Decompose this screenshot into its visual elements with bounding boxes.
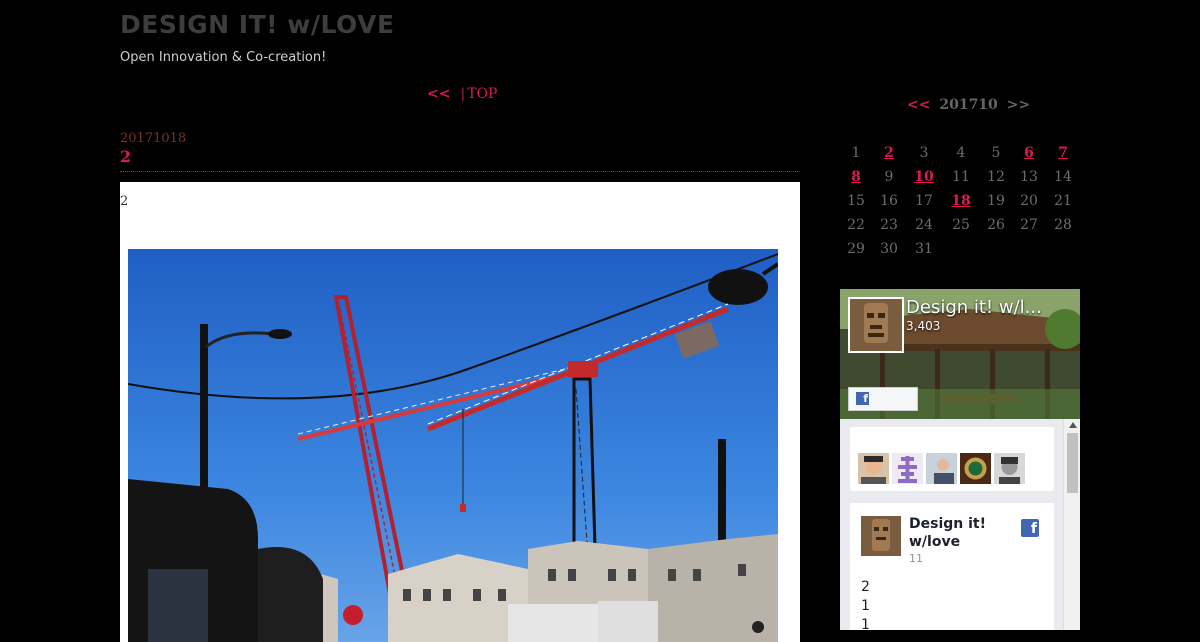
calendar-day: 13 bbox=[1020, 169, 1038, 185]
calendar-day: 23 bbox=[880, 217, 898, 233]
calendar-day: 15 bbox=[847, 193, 865, 209]
calendar-day-link[interactable]: 8 bbox=[839, 166, 873, 188]
title-divider bbox=[120, 171, 800, 172]
facebook-icon: f bbox=[856, 392, 869, 405]
facebook-icon: f bbox=[1021, 519, 1039, 537]
calendar-day: 21 bbox=[1054, 193, 1072, 209]
site-description: Open Innovation & Co-creation! bbox=[120, 50, 327, 65]
calendar-day: 16 bbox=[880, 193, 898, 209]
facebook-post-card: Design it! w/love 11 f 2 1 1 bbox=[850, 503, 1054, 630]
calendar-day: 5 bbox=[991, 145, 1001, 161]
calendar-week-row: 15 16 17 18 19 20 21 bbox=[840, 190, 1080, 214]
facebook-like-button[interactable]: f bbox=[848, 387, 918, 411]
calendar-header: << 201710 >> bbox=[907, 97, 1030, 113]
calendar-day: 24 bbox=[915, 217, 933, 233]
calendar-day: 1 bbox=[851, 145, 861, 161]
facebook-page-name[interactable]: Design it! w/l... bbox=[906, 297, 1076, 318]
calendar-day: 14 bbox=[1054, 169, 1072, 185]
calendar-day: 22 bbox=[847, 217, 865, 233]
calendar-next-month[interactable]: >> bbox=[1007, 97, 1030, 113]
site-title[interactable]: DESIGN IT! w/LOVE bbox=[120, 10, 395, 39]
calendar-day: 17 bbox=[915, 193, 933, 209]
calendar-day: 26 bbox=[987, 217, 1005, 233]
calendar-week-row: 8 9 10 11 12 13 14 bbox=[840, 166, 1080, 190]
calendar-day-link[interactable]: 2 bbox=[872, 142, 906, 164]
feed-scrollbar[interactable] bbox=[1063, 419, 1080, 630]
friends-facepile bbox=[850, 427, 1054, 491]
calendar-prev-month[interactable]: << bbox=[907, 97, 930, 113]
facebook-page-widget: Design it! w/l... 3,403 f Design it! w/l… bbox=[840, 289, 1080, 630]
nav-separator: | bbox=[460, 86, 466, 102]
post-navigation: << | TOP bbox=[427, 86, 497, 102]
post-title[interactable]: 2 bbox=[120, 147, 131, 166]
calendar-day: 28 bbox=[1054, 217, 1072, 233]
post-line: 1 bbox=[861, 598, 870, 614]
facebook-like-count: 3,403 bbox=[906, 319, 941, 333]
post-author-name[interactable]: Design it! w/love bbox=[909, 515, 1009, 551]
scroll-thumb[interactable] bbox=[1067, 433, 1078, 493]
calendar-day: 12 bbox=[987, 169, 1005, 185]
calendar-day: 30 bbox=[880, 241, 898, 257]
previous-post-link[interactable]: << bbox=[427, 86, 450, 102]
calendar-day: 4 bbox=[956, 145, 966, 161]
post-timestamp[interactable]: 11 bbox=[909, 552, 923, 565]
calendar-day: 20 bbox=[1020, 193, 1038, 209]
calendar-day: 9 bbox=[884, 169, 894, 185]
scroll-up-arrow-icon[interactable] bbox=[1069, 422, 1077, 428]
tiki-logo-image bbox=[850, 299, 902, 351]
post-content: 2 1 1 bbox=[861, 578, 870, 630]
calendar-day: 27 bbox=[1020, 217, 1038, 233]
calendar-week-row: 22 23 24 25 26 27 28 bbox=[840, 214, 1080, 238]
calendar-day-link[interactable]: 10 bbox=[907, 166, 941, 188]
calendar-day-link[interactable]: 18 bbox=[944, 190, 978, 212]
friend-avatar[interactable] bbox=[892, 453, 923, 484]
calendar-day: 31 bbox=[915, 241, 933, 257]
friend-avatar[interactable] bbox=[926, 453, 957, 484]
calendar-day: 11 bbox=[952, 169, 970, 185]
facebook-feed: Design it! w/love 11 f 2 1 1 bbox=[840, 419, 1080, 630]
post-photo-construction-cranes[interactable] bbox=[128, 249, 778, 642]
friend-avatar[interactable] bbox=[994, 453, 1025, 484]
calendar-week-row: 123 4 567 bbox=[840, 142, 1080, 166]
post-body: 2 bbox=[120, 182, 800, 642]
calendar-grid: 1 2 3 4 5 6 7 8 9 10 11 12 13 14 15 16 17 18 19 20 21 22 23 24 2… bbox=[840, 142, 1080, 262]
calendar-day: 3 bbox=[919, 145, 929, 161]
post-author-avatar[interactable] bbox=[861, 516, 901, 556]
top-link[interactable]: TOP bbox=[467, 86, 497, 102]
friend-avatar[interactable] bbox=[960, 453, 991, 484]
calendar-day: 25 bbox=[952, 217, 970, 233]
calendar-day-link[interactable]: 6 bbox=[1012, 142, 1046, 164]
post-text: 2 bbox=[120, 194, 129, 209]
calendar-day-link[interactable]: 7 bbox=[1046, 142, 1080, 164]
facebook-page-avatar[interactable] bbox=[848, 297, 904, 353]
calendar-month-label: 201710 bbox=[939, 97, 998, 113]
post-line: 1 bbox=[861, 617, 870, 630]
calendar-day: 19 bbox=[987, 193, 1005, 209]
post-date: 20171018 bbox=[120, 131, 187, 146]
calendar-day: 29 bbox=[847, 241, 865, 257]
calendar-week-row: 29 30 31 bbox=[840, 238, 1080, 262]
post-line: 2 bbox=[861, 579, 870, 595]
friend-avatar[interactable] bbox=[858, 453, 889, 484]
